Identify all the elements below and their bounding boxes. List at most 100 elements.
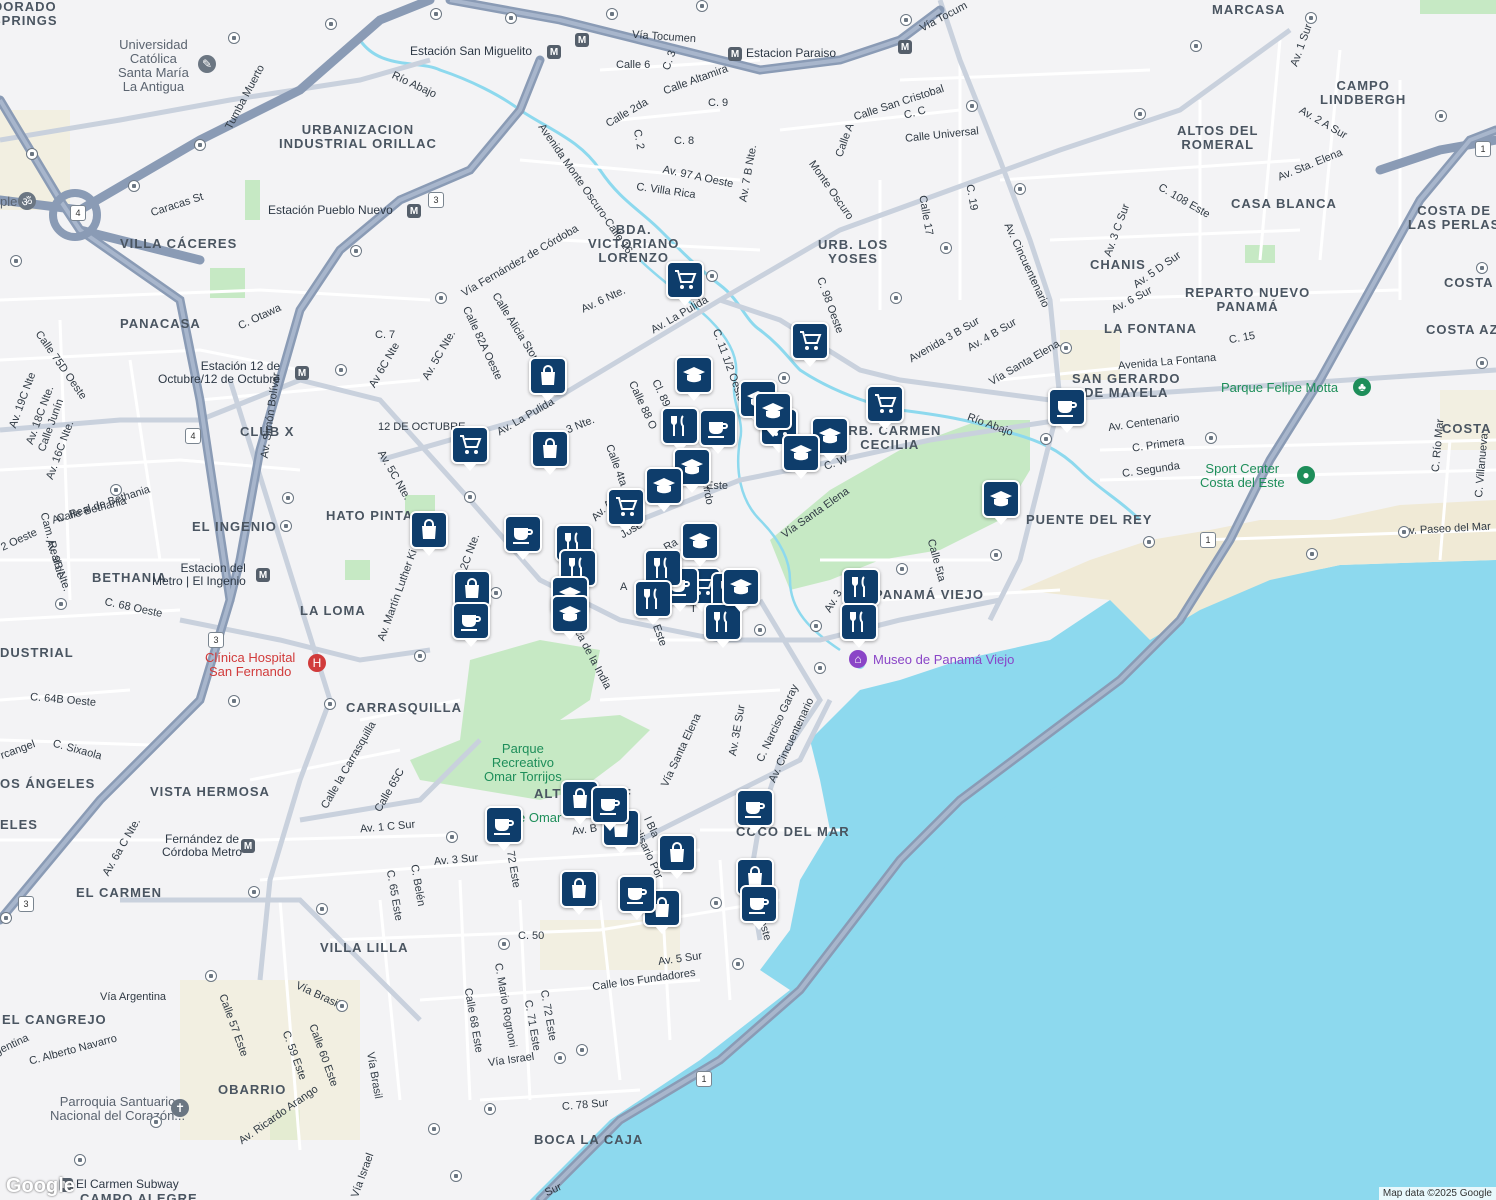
bus-stop-icon[interactable] [1014,183,1026,195]
shopping-bag-icon[interactable] [658,834,696,879]
station-el-ingenio[interactable]: Estacion del Metro | El Ingenio [152,562,246,588]
station-pueblo-nuevo[interactable]: Estación Pueblo Nuevo [268,204,393,216]
poi-sport-center[interactable]: Sport Center Costa del Este [1200,462,1285,490]
shopping-cart-icon[interactable] [607,488,645,533]
bus-stop-icon[interactable] [228,695,240,707]
bus-stop-icon[interactable] [446,831,458,843]
bus-stop-icon[interactable] [706,270,718,282]
shopping-cart-icon[interactable] [791,322,829,367]
coffee-cup-icon[interactable] [452,602,490,647]
poi-parque-felipe[interactable]: Parque Felipe Motta [1221,381,1338,394]
bus-stop-icon[interactable] [966,100,978,112]
coffee-cup-icon[interactable] [485,806,523,851]
bus-stop-icon[interactable] [280,520,292,532]
bus-stop-icon[interactable] [228,32,240,44]
bus-stop-icon[interactable] [1205,432,1217,444]
bus-stop-icon[interactable] [10,255,22,267]
bus-stop-icon[interactable] [1134,108,1146,120]
coffee-cup-icon[interactable] [591,786,629,831]
bus-stop-icon[interactable] [205,970,217,982]
station-paraiso[interactable]: Estacion Paraiso [746,47,836,59]
restaurant-icon[interactable] [840,603,878,648]
bus-stop-icon[interactable] [194,139,206,151]
bus-stop-icon[interactable] [128,180,140,192]
bus-stop-icon[interactable] [26,148,38,160]
restaurant-icon[interactable] [634,580,672,625]
bus-stop-icon[interactable] [428,1123,440,1135]
poi-universidad[interactable]: Universidad Católica Santa María La Anti… [118,38,189,94]
bus-stop-icon[interactable] [282,492,294,504]
map-canvas[interactable]: DORADO SPRINGS MARCASA CAMPO LINDBERGH A… [0,0,1496,1200]
bus-stop-icon[interactable] [464,491,476,503]
bus-stop-icon[interactable] [0,912,12,924]
graduation-cap-icon[interactable] [551,595,589,640]
station-el-carmen[interactable]: El Carmen Subway [76,1178,179,1190]
bus-stop-icon[interactable] [1060,342,1072,354]
station-fernandez[interactable]: Fernández de Córdoba Metro [162,833,242,859]
bus-stop-icon[interactable] [754,624,766,636]
shopping-bag-icon[interactable] [531,430,569,475]
bus-stop-icon[interactable] [554,1052,566,1064]
bus-stop-icon[interactable] [1476,262,1488,274]
bus-stop-icon[interactable] [335,364,347,376]
poi-parroquia[interactable]: Parroquia Santuario Nacional del Corazón… [50,1095,185,1123]
coffee-cup-icon[interactable] [740,885,778,930]
bus-stop-icon[interactable] [732,958,744,970]
shopping-cart-icon[interactable] [666,261,704,306]
bus-stop-icon[interactable] [900,14,912,26]
bus-stop-icon[interactable] [55,598,67,610]
bus-stop-icon[interactable] [606,8,618,20]
graduation-cap-icon[interactable] [754,392,792,437]
bus-stop-icon[interactable] [498,938,510,950]
station-san-miguelito[interactable]: Estación San Miguelito [410,45,532,57]
bus-stop-icon[interactable] [814,662,826,674]
graduation-cap-icon[interactable] [782,434,820,479]
shopping-cart-icon[interactable] [866,385,904,430]
bus-stop-icon[interactable] [940,242,952,254]
bus-stop-icon[interactable] [1435,110,1447,122]
bus-stop-icon[interactable] [490,587,502,599]
graduation-cap-icon[interactable] [681,522,719,567]
bus-stop-icon[interactable] [1190,40,1202,52]
poi-museo[interactable]: Museo de Panamá Viejo [873,653,1014,666]
restaurant-icon[interactable] [661,407,699,452]
bus-stop-icon[interactable] [990,549,1002,561]
shopping-bag-icon[interactable] [410,511,448,556]
bus-stop-icon[interactable] [325,18,337,30]
bus-stop-icon[interactable] [505,12,517,24]
bus-stop-icon[interactable] [1398,526,1410,538]
bus-stop-icon[interactable] [810,620,822,632]
shopping-bag-icon[interactable] [560,870,598,915]
bus-stop-icon[interactable] [150,1116,162,1128]
graduation-cap-icon[interactable] [982,480,1020,525]
bus-stop-icon[interactable] [696,0,708,12]
bus-stop-icon[interactable] [1040,433,1052,445]
bus-stop-icon[interactable] [414,650,426,662]
graduation-cap-icon[interactable] [675,356,713,401]
bus-stop-icon[interactable] [74,1154,86,1166]
shopping-cart-icon[interactable] [451,426,489,471]
bus-stop-icon[interactable] [350,245,362,257]
bus-stop-icon[interactable] [890,292,902,304]
restaurant-icon[interactable] [842,568,880,613]
bus-stop-icon[interactable] [248,886,260,898]
bus-stop-icon[interactable] [430,8,442,20]
bus-stop-icon[interactable] [324,698,336,710]
coffee-cup-icon[interactable] [618,875,656,920]
poi-parque-omar[interactable]: Parque Recreativo Omar Torrijos [484,742,562,784]
coffee-cup-icon[interactable] [736,789,774,834]
bus-stop-icon[interactable] [1143,536,1155,548]
station-12-octubre[interactable]: Estación 12 de Octubre/12 de Octubre [158,360,280,386]
bus-stop-icon[interactable] [435,292,447,304]
coffee-cup-icon[interactable] [699,409,737,454]
bus-stop-icon[interactable] [484,1103,496,1115]
coffee-cup-icon[interactable] [1048,388,1086,433]
poi-clinica[interactable]: Clínica Hospital San Fernando [205,651,295,679]
bus-stop-icon[interactable] [1305,12,1317,24]
bus-stop-icon[interactable] [710,897,722,909]
shopping-bag-icon[interactable] [529,357,567,402]
bus-stop-icon[interactable] [778,372,790,384]
bus-stop-icon[interactable] [316,903,328,915]
bus-stop-icon[interactable] [336,1000,348,1012]
bus-stop-icon[interactable] [896,563,908,575]
